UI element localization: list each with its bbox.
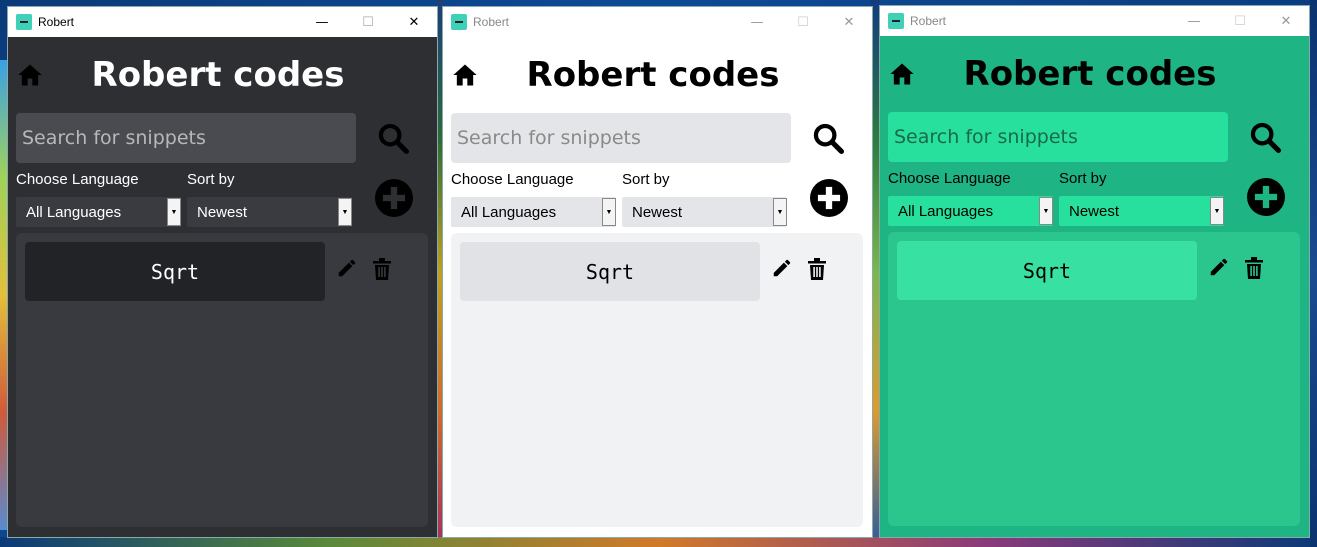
snippet-card[interactable]: Sqrt xyxy=(25,242,325,301)
plus-circle-icon xyxy=(810,179,848,217)
desktop-wallpaper-strip xyxy=(0,537,1317,547)
dropdown-arrow-icon[interactable]: ▼ xyxy=(338,198,352,226)
sort-label: Sort by xyxy=(622,171,670,188)
home-icon[interactable] xyxy=(451,61,479,89)
dropdown-arrow-icon[interactable]: ▼ xyxy=(167,198,181,226)
sort-select[interactable]: Newest ▼ xyxy=(622,197,787,227)
search-input[interactable] xyxy=(16,113,356,163)
language-select-value: All Languages xyxy=(26,203,122,221)
app-icon xyxy=(451,14,467,30)
sort-select-value: Newest xyxy=(1069,202,1120,220)
home-icon[interactable] xyxy=(888,60,916,88)
app-window-green: Robert — ☐ ✕ Robert codes Choose Languag… xyxy=(879,5,1310,538)
app-body: Robert codes Choose Language Sort by All… xyxy=(880,36,1309,537)
close-button[interactable]: ✕ xyxy=(826,7,872,37)
add-snippet-button[interactable] xyxy=(375,179,413,217)
app-title: Robert codes xyxy=(526,55,780,95)
language-label: Choose Language xyxy=(16,171,139,188)
pencil-icon[interactable] xyxy=(1208,256,1230,278)
app-title: Robert codes xyxy=(963,54,1217,94)
maximize-button[interactable]: ☐ xyxy=(1217,6,1263,36)
sort-label: Sort by xyxy=(187,171,235,188)
desktop-wallpaper-strip xyxy=(1310,0,1317,547)
minimize-button[interactable]: — xyxy=(299,7,345,37)
trash-icon[interactable] xyxy=(1245,257,1263,279)
search-input[interactable] xyxy=(888,112,1228,162)
pencil-icon[interactable] xyxy=(336,257,358,279)
add-snippet-button[interactable] xyxy=(1247,178,1285,216)
language-select[interactable]: All Languages ▼ xyxy=(16,197,181,227)
window-title: Robert xyxy=(910,14,947,28)
search-icon[interactable] xyxy=(811,121,845,155)
sort-select-value: Newest xyxy=(197,203,248,221)
sort-select[interactable]: Newest ▼ xyxy=(187,197,352,227)
app-body: Robert codes Choose Language Sort by All… xyxy=(443,37,872,537)
sort-select-value: Newest xyxy=(632,203,683,221)
language-select[interactable]: All Languages ▼ xyxy=(888,196,1053,226)
close-button[interactable]: ✕ xyxy=(391,7,437,37)
pencil-icon[interactable] xyxy=(771,257,793,279)
app-icon xyxy=(16,14,32,30)
maximize-button[interactable]: ☐ xyxy=(780,7,826,37)
window-controls: — ☐ ✕ xyxy=(734,7,872,37)
trash-icon[interactable] xyxy=(808,258,826,280)
home-icon[interactable] xyxy=(16,61,44,89)
snippet-list: Sqrt xyxy=(451,233,863,527)
app-window-dark: Robert — ☐ ✕ Robert codes Choose Languag… xyxy=(7,6,438,538)
window-controls: — ☐ ✕ xyxy=(1171,6,1309,36)
app-icon xyxy=(888,13,904,29)
language-select-value: All Languages xyxy=(461,203,557,221)
dropdown-arrow-icon[interactable]: ▼ xyxy=(1210,197,1224,225)
snippet-card[interactable]: Sqrt xyxy=(460,242,760,301)
snippet-card[interactable]: Sqrt xyxy=(897,241,1197,300)
title-bar[interactable]: Robert — ☐ ✕ xyxy=(8,7,437,37)
window-controls: — ☐ ✕ xyxy=(299,7,437,37)
dropdown-arrow-icon[interactable]: ▼ xyxy=(602,198,616,226)
trash-icon[interactable] xyxy=(373,258,391,280)
window-title: Robert xyxy=(38,15,75,29)
search-input[interactable] xyxy=(451,113,791,163)
minimize-button[interactable]: — xyxy=(734,7,780,37)
language-label: Choose Language xyxy=(888,170,1011,187)
dropdown-arrow-icon[interactable]: ▼ xyxy=(1039,197,1053,225)
snippet-list: Sqrt xyxy=(888,232,1300,526)
app-title: Robert codes xyxy=(91,55,345,95)
title-bar[interactable]: Robert — ☐ ✕ xyxy=(880,6,1309,36)
snippet-list: Sqrt xyxy=(16,233,428,527)
search-icon[interactable] xyxy=(376,121,410,155)
language-label: Choose Language xyxy=(451,171,574,188)
app-body: Robert codes Choose Language Sort by All… xyxy=(8,37,437,537)
plus-circle-icon xyxy=(1247,178,1285,216)
plus-circle-icon xyxy=(375,179,413,217)
maximize-button[interactable]: ☐ xyxy=(345,7,391,37)
minimize-button[interactable]: — xyxy=(1171,6,1217,36)
sort-label: Sort by xyxy=(1059,170,1107,187)
search-icon[interactable] xyxy=(1248,120,1282,154)
sort-select[interactable]: Newest ▼ xyxy=(1059,196,1224,226)
title-bar[interactable]: Robert — ☐ ✕ xyxy=(443,7,872,37)
close-button[interactable]: ✕ xyxy=(1263,6,1309,36)
language-select[interactable]: All Languages ▼ xyxy=(451,197,616,227)
app-window-light: Robert — ☐ ✕ Robert codes Choose Languag… xyxy=(442,6,873,538)
window-title: Robert xyxy=(473,15,510,29)
dropdown-arrow-icon[interactable]: ▼ xyxy=(773,198,787,226)
language-select-value: All Languages xyxy=(898,202,994,220)
add-snippet-button[interactable] xyxy=(810,179,848,217)
